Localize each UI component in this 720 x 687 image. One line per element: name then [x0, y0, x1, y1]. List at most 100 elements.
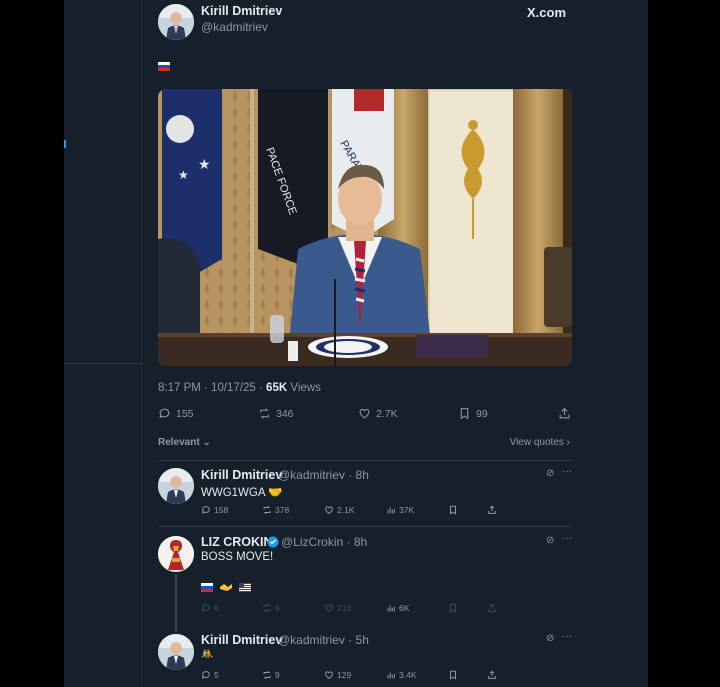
thread-line — [175, 574, 177, 632]
reply-like-button[interactable]: 2.1K — [324, 505, 355, 515]
reply-author-name[interactable]: Kirill Dmitriev — [201, 633, 282, 647]
reply-views-button[interactable]: 3.4K — [386, 670, 417, 680]
like-count: 2.7K — [376, 407, 398, 420]
reply-bookmark-button[interactable] — [448, 603, 458, 613]
share-button[interactable] — [558, 407, 571, 420]
handshake-icon — [220, 584, 232, 591]
bookmark-icon — [460, 408, 469, 420]
reply-reply-count: 158 — [214, 505, 229, 515]
reply-reply-button[interactable]: 6 — [201, 603, 219, 613]
share-icon — [488, 670, 496, 679]
reply-text: 🤼 — [201, 649, 214, 660]
reply-share-button[interactable] — [487, 505, 497, 515]
reply-avatar[interactable] — [158, 634, 194, 670]
share-icon — [488, 603, 496, 612]
reply-repost-button[interactable]: 378 — [262, 505, 289, 515]
reply-reply-button[interactable]: 5 — [201, 670, 219, 680]
reply-views-count: 3.4K — [399, 670, 417, 680]
author-avatar[interactable] — [158, 4, 194, 40]
more-icon[interactable]: ··· — [562, 631, 572, 642]
reply-author-name[interactable]: LIZ CROKIN — [201, 535, 273, 549]
tweet-timestamp[interactable]: 8:17 PM · 10/17/25 · 65K Views — [158, 382, 321, 394]
reply-avatar[interactable] — [158, 536, 194, 572]
reply-reply-count: 6 — [214, 603, 219, 613]
repost-button[interactable]: 346 — [258, 407, 294, 420]
svg-text:★: ★ — [178, 168, 189, 182]
tweet-photo[interactable]: ★ ★ PACE FORCE PARATUS — [158, 89, 572, 366]
chevron-down-icon: ⌄ — [202, 437, 211, 448]
share-icon — [488, 505, 496, 514]
views-count: 65K — [266, 382, 288, 394]
reply-views-button[interactable]: 6K — [386, 603, 409, 613]
reply-views-count: 6K — [399, 603, 410, 613]
heart-icon — [359, 408, 370, 419]
repost-icon — [263, 603, 271, 613]
reply-bookmark-button[interactable] — [448, 505, 458, 515]
sort-relevant-dropdown[interactable]: Relevant ⌄ — [158, 437, 211, 448]
author-name[interactable]: Kirill Dmitriev — [201, 4, 282, 18]
reply-meta[interactable]: @kadmitriev · 5h — [278, 633, 369, 647]
bookmark-icon — [450, 670, 456, 680]
reply-avatar[interactable] — [158, 468, 194, 504]
heart-icon — [325, 604, 333, 612]
view-quotes-label: View quotes — [509, 437, 564, 448]
view-quotes-link[interactable]: View quotes › — [510, 437, 570, 448]
repost-icon — [260, 408, 269, 419]
site-logo: X.com — [526, 5, 566, 20]
grok-icon[interactable]: ⊘ — [546, 468, 554, 479]
reply-like-count: 2.1K — [337, 505, 355, 515]
reply-views-count: 37K — [399, 505, 415, 515]
share-icon — [559, 407, 570, 419]
tweet-detail-panel: Kirill Dmitriev @kadmitriev X.com ★ ★ PA… — [142, 0, 648, 687]
repost-icon — [263, 670, 271, 680]
divider — [158, 460, 572, 461]
reply-repost-button[interactable]: 9 — [262, 670, 280, 680]
author-handle[interactable]: @kadmitriev — [201, 20, 268, 34]
reply-share-button[interactable] — [487, 603, 497, 613]
divider — [158, 526, 572, 527]
reply-text: WWG1WGA 🤝 — [201, 487, 283, 499]
sidebar-active-indicator — [64, 140, 66, 148]
left-sidebar-column — [64, 0, 142, 687]
reply-repost-count: 378 — [275, 505, 290, 515]
more-icon[interactable]: ··· — [562, 533, 572, 544]
reply-bookmark-button[interactable] — [448, 670, 458, 680]
grok-icon[interactable]: ⊘ — [546, 535, 554, 546]
usa-flag-icon — [239, 582, 251, 592]
repost-icon — [263, 505, 271, 515]
reply-repost-count: 9 — [275, 603, 280, 613]
tweet-text — [158, 58, 170, 76]
reply-meta[interactable]: @LizCrokin · 8h — [281, 535, 367, 549]
like-button[interactable]: 2.7K — [358, 407, 398, 420]
reply-icon — [159, 408, 170, 419]
reply-like-button[interactable]: 213 — [324, 603, 351, 613]
reply-count: 155 — [176, 407, 194, 420]
reply-like-button[interactable]: 129 — [324, 670, 351, 680]
reply-like-count: 213 — [337, 603, 352, 613]
reply-views-button[interactable]: 37K — [386, 505, 414, 515]
reply-share-button[interactable] — [487, 670, 497, 680]
reply-meta[interactable]: @kadmitriev · 8h — [278, 468, 369, 482]
reply-icon — [201, 671, 210, 679]
reply-button[interactable]: 155 — [158, 407, 194, 420]
more-icon[interactable]: ··· — [562, 466, 572, 477]
sidebar-divider — [64, 363, 142, 364]
tweet-time: 8:17 PM · 10/17/25 · — [158, 382, 267, 394]
heart-icon — [325, 671, 333, 679]
bookmark-icon — [450, 603, 456, 613]
reply-icon — [201, 604, 210, 612]
reply-author-name[interactable]: Kirill Dmitriev — [201, 468, 282, 482]
reply-like-count: 129 — [337, 670, 352, 680]
grok-icon[interactable]: ⊘ — [546, 633, 554, 644]
reply-repost-button[interactable]: 9 — [262, 603, 280, 613]
reply-text: BOSS MOVE! — [201, 551, 274, 563]
russia-flag-icon — [158, 62, 170, 72]
views-label: Views — [287, 382, 321, 394]
repost-count: 346 — [276, 407, 294, 420]
reply-repost-count: 9 — [275, 670, 280, 680]
heart-icon — [325, 506, 333, 514]
reply-icon — [201, 506, 210, 514]
bookmark-icon — [450, 505, 456, 515]
reply-reply-button[interactable]: 158 — [201, 505, 228, 515]
bookmark-button[interactable]: 99 — [458, 407, 488, 420]
